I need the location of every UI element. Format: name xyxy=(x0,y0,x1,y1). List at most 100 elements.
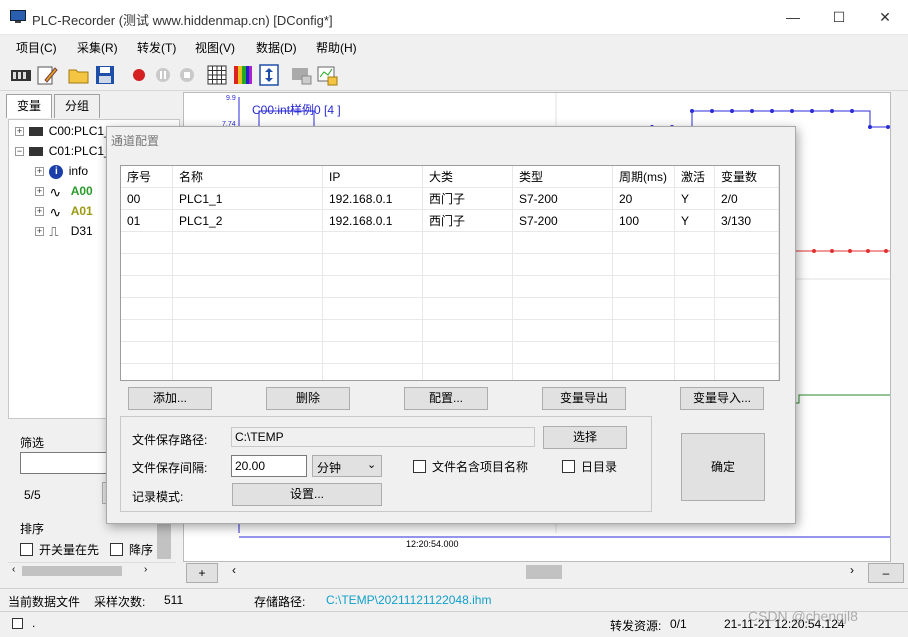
table-cell[interactable]: 192.168.0.1 xyxy=(323,188,423,210)
tab-groups[interactable]: 分组 xyxy=(54,94,100,118)
menu-view[interactable]: 视图(V) xyxy=(195,39,235,56)
plc-icon[interactable] xyxy=(10,64,32,86)
expand-icon[interactable]: + xyxy=(35,227,44,237)
expand-icon[interactable]: + xyxy=(35,167,44,177)
table-cell[interactable]: 20 xyxy=(613,188,675,210)
menu-data[interactable]: 数据(D) xyxy=(256,39,297,56)
table-cell[interactable]: PLC1_2 xyxy=(173,210,323,232)
config-channel-button[interactable]: 配置... xyxy=(404,387,488,410)
delete-channel-button[interactable]: 删除 xyxy=(266,387,350,410)
menu-acquire[interactable]: 采集(R) xyxy=(77,39,118,56)
save-icon[interactable] xyxy=(94,64,116,86)
window-title: PLC-Recorder (测试 www.hiddenmap.cn) [DCon… xyxy=(32,13,333,28)
menu-forward[interactable]: 转发(T) xyxy=(137,39,176,56)
minimize-button[interactable]: — xyxy=(770,0,816,35)
table-cell[interactable]: 192.168.0.1 xyxy=(323,210,423,232)
horizontal-scrollbar[interactable]: ‹ › xyxy=(8,562,176,578)
checkbox-box[interactable] xyxy=(20,543,33,556)
close-button[interactable]: ✕ xyxy=(862,0,908,35)
data-point xyxy=(868,125,872,129)
scroll-left-icon[interactable]: ‹ xyxy=(12,564,15,575)
table-cell[interactable]: S7-200 xyxy=(513,210,613,232)
tree-item-a01[interactable]: + ∿ A01 xyxy=(35,201,93,221)
table-cell[interactable]: PLC1_1 xyxy=(173,188,323,210)
ok-button[interactable]: 确定 xyxy=(681,433,765,501)
record-icon[interactable] xyxy=(128,64,150,86)
column-header[interactable]: 大类 xyxy=(423,166,513,188)
dialog-title: 通道配置 xyxy=(111,134,160,148)
chart-scrollbar[interactable]: ‹ › xyxy=(228,563,864,581)
table-cell[interactable]: 3/130 xyxy=(715,210,779,232)
menu-help[interactable]: 帮助(H) xyxy=(316,39,357,56)
pause-icon[interactable] xyxy=(152,64,174,86)
maximize-button[interactable]: ☐ xyxy=(816,0,862,35)
choose-path-button[interactable]: 选择 xyxy=(543,426,627,449)
chart-export-icon[interactable] xyxy=(316,64,338,86)
table-cell[interactable]: Y xyxy=(675,210,715,232)
interval-input[interactable] xyxy=(231,455,307,477)
edit-icon[interactable] xyxy=(36,64,58,86)
tree-item-info[interactable]: + i info xyxy=(35,161,88,181)
tree-item-c00[interactable]: + C00:PLC1_1 xyxy=(15,121,117,141)
tree-item-c01[interactable]: − C01:PLC1_2 xyxy=(15,141,117,161)
scroll-right-icon[interactable]: › xyxy=(850,563,854,577)
column-header[interactable]: 序号 xyxy=(121,166,173,188)
color-palette-icon[interactable] xyxy=(232,64,254,86)
plc-gray-icon[interactable] xyxy=(290,64,312,86)
table-cell[interactable]: 2/0 xyxy=(715,188,779,210)
channel-table: 序号 名称 IP 大类 类型 周期(ms) 激活 变量数 00 PLC1_1 1… xyxy=(120,165,780,381)
current-file-label: 当前数据文件 xyxy=(8,595,81,609)
expand-icon[interactable]: + xyxy=(35,187,44,197)
import-variables-button[interactable]: 变量导入... xyxy=(680,387,764,410)
fit-vertical-icon[interactable] xyxy=(258,64,280,86)
add-chart-button[interactable]: + xyxy=(186,563,218,583)
menu-project[interactable]: 项目(C) xyxy=(16,39,57,56)
interval-unit-select[interactable]: 分钟 ⌄ xyxy=(312,455,382,477)
tab-variables[interactable]: 变量 xyxy=(6,94,52,118)
column-header[interactable]: 类型 xyxy=(513,166,613,188)
tree-item-a00[interactable]: + ∿ A00 xyxy=(35,181,93,201)
record-mode-settings-button[interactable]: 设置... xyxy=(232,483,382,506)
column-header[interactable]: 激活 xyxy=(675,166,715,188)
grid-icon[interactable] xyxy=(206,64,228,86)
column-header[interactable]: IP xyxy=(323,166,423,188)
add-channel-button[interactable]: 添加... xyxy=(128,387,212,410)
table-cell[interactable]: S7-200 xyxy=(513,188,613,210)
scroll-thumb[interactable] xyxy=(526,565,562,579)
switch-first-checkbox[interactable]: 开关量在先 xyxy=(20,541,99,558)
stop-icon[interactable] xyxy=(176,64,198,86)
export-variables-button[interactable]: 变量导出 xyxy=(542,387,626,410)
save-path-field[interactable] xyxy=(231,427,535,447)
table-cell[interactable]: 00 xyxy=(121,188,173,210)
scroll-right-icon[interactable]: › xyxy=(144,564,147,575)
expand-icon[interactable]: + xyxy=(35,207,44,217)
column-header[interactable]: 周期(ms) xyxy=(613,166,675,188)
status-checkbox[interactable] xyxy=(12,618,23,629)
open-folder-icon[interactable] xyxy=(68,64,90,86)
data-point xyxy=(690,109,694,113)
tree-item-d31[interactable]: + ⎍ D31 xyxy=(35,221,93,241)
collapse-icon[interactable]: − xyxy=(15,147,24,157)
checkbox-box[interactable] xyxy=(562,460,575,473)
checkbox-box[interactable] xyxy=(413,460,426,473)
table-cell[interactable]: 西门子 xyxy=(423,188,513,210)
scroll-thumb[interactable] xyxy=(22,566,122,576)
table-cell[interactable]: 100 xyxy=(613,210,675,232)
table-cell[interactable]: Y xyxy=(675,188,715,210)
scroll-left-icon[interactable]: ‹ xyxy=(232,563,236,577)
table-cell[interactable]: 西门子 xyxy=(423,210,513,232)
column-header[interactable]: 名称 xyxy=(173,166,323,188)
descending-checkbox[interactable]: 降序 xyxy=(110,541,153,558)
data-point xyxy=(790,109,794,113)
column-header[interactable]: 变量数 xyxy=(715,166,779,188)
interval-unit-value: 分钟 xyxy=(317,461,342,475)
filter-input[interactable] xyxy=(20,452,108,474)
filename-project-checkbox[interactable]: 文件名含项目名称 xyxy=(413,458,528,475)
checkbox-box[interactable] xyxy=(110,543,123,556)
remove-chart-button[interactable]: – xyxy=(868,563,904,583)
expand-icon[interactable]: + xyxy=(15,127,24,137)
table-cell[interactable]: 01 xyxy=(121,210,173,232)
daily-dir-checkbox[interactable]: 日目录 xyxy=(562,458,617,475)
y-tick-top: 9.9 xyxy=(226,95,236,102)
data-point xyxy=(830,109,834,113)
